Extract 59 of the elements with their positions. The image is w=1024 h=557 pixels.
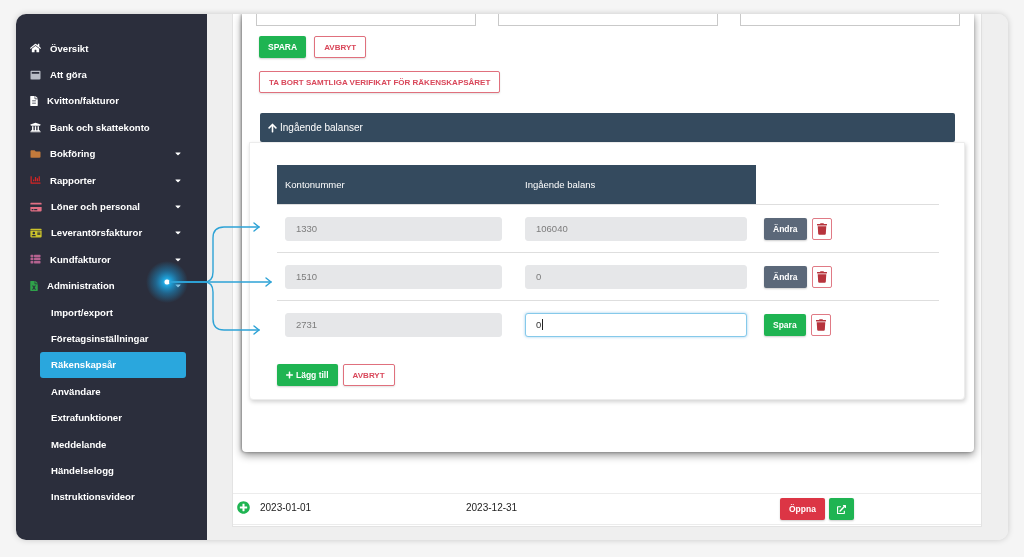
delete-button[interactable] xyxy=(811,265,832,288)
external-link-icon xyxy=(836,504,846,514)
sidebar-item[interactable]: Kundfakturor xyxy=(16,246,207,273)
balance-field[interactable]: 106040 xyxy=(525,216,747,241)
account-field[interactable]: 2731 xyxy=(285,312,502,337)
end-date: 2023-12-31 xyxy=(466,501,519,513)
account-field[interactable]: 1330 xyxy=(285,216,502,241)
sidebar-item[interactable]: Översikt xyxy=(16,35,207,62)
open-button[interactable]: Öppna xyxy=(780,498,825,520)
sidebar-subitem[interactable]: Meddelande xyxy=(40,430,186,458)
trash-icon xyxy=(816,270,827,283)
folder-icon xyxy=(30,148,41,159)
document-icon xyxy=(30,95,38,106)
sidebar-item[interactable]: Administration xyxy=(16,272,207,299)
window-icon xyxy=(30,69,41,80)
balance-field[interactable]: 0 xyxy=(525,264,747,289)
arrow-up-icon xyxy=(268,122,277,133)
glow-dot-icon xyxy=(146,261,188,303)
bar-chart-icon xyxy=(30,175,41,186)
sidebar-item[interactable]: Att göra xyxy=(16,61,207,88)
plus-icon xyxy=(286,371,293,379)
edit-button[interactable]: Ändra xyxy=(764,217,807,240)
sidebar-subitem[interactable]: Användare xyxy=(40,378,186,405)
balance-field[interactable]: 0 xyxy=(525,312,747,337)
cancel-button[interactable]: AVBRYT xyxy=(314,36,367,58)
delete-all-button[interactable]: TA BORT SAMTLIGA VERIFIKAT FÖR RÄKENSKAPSÅRET xyxy=(259,71,501,93)
bank-icon xyxy=(30,121,41,133)
start-date: 2023-01-01 xyxy=(260,501,313,513)
sidebar-item[interactable]: Bank och skattekonto xyxy=(16,114,207,141)
account-field[interactable]: 1510 xyxy=(285,264,502,289)
sidebar-item[interactable]: Kvitton/fakturor xyxy=(16,87,207,115)
column-header: Ingående balans xyxy=(517,165,756,204)
edit-button[interactable]: Ändra xyxy=(764,265,807,288)
text-cursor-icon xyxy=(542,319,544,330)
sidebar-subitem[interactable]: Instruktionsvideor xyxy=(40,483,186,511)
id-card-icon xyxy=(30,227,42,238)
list-icon xyxy=(30,254,41,265)
column-header: Kontonummer xyxy=(277,165,517,204)
cancel-button[interactable]: AVBRYT xyxy=(342,364,395,386)
sidebar-item[interactable]: Löner och personal xyxy=(16,193,207,220)
input-field[interactable] xyxy=(256,14,476,26)
section-header[interactable]: Ingående balanser xyxy=(260,113,955,142)
sidebar-item[interactable]: Bokföring xyxy=(16,140,207,167)
sidebar-subitem[interactable]: Företagsinställningar xyxy=(40,325,186,352)
sidebar-subitem[interactable]: Import/export xyxy=(40,298,186,326)
input-field[interactable] xyxy=(498,14,718,26)
sidebar-item[interactable]: Rapporter xyxy=(16,166,207,194)
spreadsheet-icon xyxy=(30,280,38,291)
sidebar-subitem[interactable]: Extrafunktioner xyxy=(40,404,186,431)
sidebar-subitem[interactable]: Händelselogg xyxy=(40,457,186,484)
input-field[interactable] xyxy=(740,14,960,26)
trash-icon xyxy=(816,222,827,235)
credit-card-icon xyxy=(30,201,42,212)
home-icon xyxy=(30,43,41,54)
delete-button[interactable] xyxy=(810,313,831,336)
delete-button[interactable] xyxy=(811,217,832,240)
trash-icon xyxy=(815,318,826,331)
external-link-button[interactable] xyxy=(828,498,854,520)
sidebar-item[interactable]: Leverantörsfakturor xyxy=(16,219,207,247)
